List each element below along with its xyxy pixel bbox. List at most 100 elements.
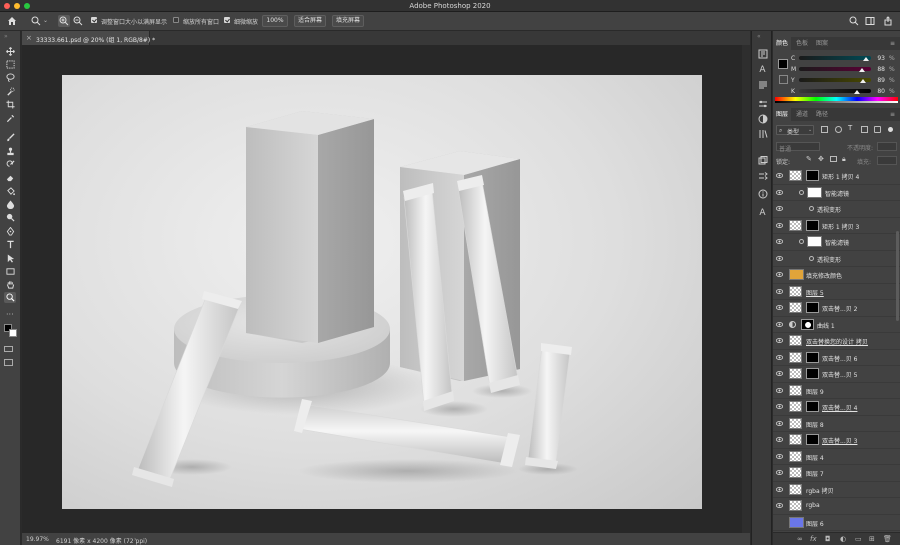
dodge-tool-icon[interactable] bbox=[4, 212, 16, 223]
zoom-all-windows-checkbox[interactable] bbox=[173, 17, 179, 23]
lock-position-icon[interactable]: ✥ bbox=[818, 155, 824, 163]
document-canvas[interactable] bbox=[62, 75, 702, 509]
link-layers-icon[interactable]: ∞ bbox=[797, 535, 803, 543]
magenta-thumb[interactable] bbox=[859, 68, 866, 72]
adjustments-panel-icon[interactable] bbox=[757, 113, 768, 124]
tab-paths[interactable]: 路径 bbox=[813, 108, 831, 121]
panel-menu-icon[interactable]: ≡ bbox=[890, 40, 895, 47]
layer-thumbnail[interactable] bbox=[789, 450, 802, 462]
filter-shape-icon[interactable] bbox=[861, 126, 868, 133]
magenta-slider[interactable]: M 88 % bbox=[791, 66, 896, 73]
eyedropper-tool-icon[interactable] bbox=[4, 113, 16, 124]
black-slider[interactable]: K 80 % bbox=[791, 88, 896, 95]
opacity-input[interactable] bbox=[877, 142, 897, 151]
screen-mode-icon[interactable] bbox=[4, 359, 13, 366]
layer-comps-icon[interactable] bbox=[757, 155, 768, 166]
layer-name[interactable]: 透视变形 bbox=[817, 205, 841, 214]
visibility-eye-icon[interactable] bbox=[775, 486, 784, 492]
tab-channels[interactable]: 通道 bbox=[793, 108, 811, 121]
black-bar[interactable] bbox=[799, 89, 871, 93]
libraries-panel-icon[interactable] bbox=[757, 128, 768, 139]
smart-filter-mask-thumbnail[interactable] bbox=[807, 186, 822, 198]
properties-panel-icon[interactable] bbox=[757, 98, 768, 109]
layer-name[interactable]: 矩形 1 拷贝 3 bbox=[822, 222, 859, 231]
layer-name[interactable]: 双击替...贝 3 bbox=[822, 436, 857, 445]
layer-name[interactable]: 智能滤镜 bbox=[825, 238, 849, 247]
zoom-out-icon[interactable] bbox=[72, 15, 84, 27]
magenta-value[interactable]: 88 bbox=[875, 66, 885, 73]
layer-row[interactable]: 填充修改颜色 bbox=[773, 267, 900, 284]
smart-filter-icon[interactable] bbox=[799, 189, 804, 195]
yellow-slider[interactable]: Y 89 % bbox=[791, 77, 896, 84]
layer-row[interactable]: 矩形 1 拷贝 4 bbox=[773, 168, 900, 185]
layer-name[interactable]: 填充修改颜色 bbox=[806, 271, 842, 280]
layer-row[interactable]: 透视变形 bbox=[773, 201, 900, 218]
layer-thumbnail[interactable] bbox=[789, 467, 802, 478]
scrubby-zoom-checkbox[interactable] bbox=[224, 17, 230, 23]
visibility-eye-icon[interactable] bbox=[775, 222, 784, 228]
layer-row[interactable]: 智能滤镜 bbox=[773, 234, 900, 251]
layers-scrollbar[interactable] bbox=[896, 231, 899, 321]
cyan-value[interactable]: 93 bbox=[875, 55, 885, 62]
paragraph-panel-icon[interactable] bbox=[757, 79, 768, 90]
visibility-eye-icon[interactable] bbox=[775, 206, 784, 211]
layer-name[interactable]: 图层 8 bbox=[806, 420, 824, 429]
move-tool-icon[interactable] bbox=[4, 46, 16, 57]
marquee-tool-icon[interactable] bbox=[4, 59, 16, 70]
zoom-tool-preset-icon[interactable] bbox=[30, 15, 42, 27]
visibility-eye-icon[interactable] bbox=[775, 420, 784, 426]
layer-thumbnail[interactable] bbox=[789, 417, 802, 429]
layer-name[interactable]: 双击替...贝 4 bbox=[822, 403, 857, 412]
cyan-bar[interactable] bbox=[799, 56, 871, 60]
visibility-eye-icon[interactable] bbox=[775, 437, 784, 442]
layer-thumbnail[interactable] bbox=[789, 434, 802, 445]
more-tools-icon[interactable]: ··· bbox=[6, 310, 14, 319]
layer-name[interactable]: 双击替...贝 6 bbox=[822, 354, 857, 363]
hand-tool-icon[interactable] bbox=[4, 279, 16, 290]
layer-row[interactable]: 双击替...贝 5 bbox=[773, 366, 900, 383]
new-adjustment-layer-icon[interactable]: ◐ bbox=[840, 535, 846, 543]
visibility-eye-icon[interactable] bbox=[775, 272, 784, 277]
layer-name[interactable]: 透视变形 bbox=[817, 255, 841, 264]
layer-row[interactable]: 图层 9 bbox=[773, 383, 900, 399]
new-layer-icon[interactable]: ⊞ bbox=[869, 535, 875, 543]
layer-name[interactable]: 图层 7 bbox=[806, 469, 824, 478]
visibility-eye-icon[interactable] bbox=[775, 173, 784, 178]
tab-color[interactable]: 颜色 bbox=[773, 37, 792, 50]
black-thumb[interactable] bbox=[853, 90, 860, 94]
add-mask-icon[interactable]: ◘ bbox=[825, 535, 831, 543]
cyan-thumb[interactable] bbox=[862, 57, 869, 61]
layer-row[interactable]: 图层 4 bbox=[773, 449, 900, 465]
pen-tool-icon[interactable] bbox=[4, 226, 16, 237]
foreground-swatch[interactable] bbox=[778, 59, 788, 69]
fill-screen-button[interactable]: 填充屏幕 bbox=[332, 15, 364, 27]
paint-bucket-tool-icon[interactable] bbox=[4, 186, 16, 197]
layer-row[interactable]: 双击替...贝 2 bbox=[773, 300, 900, 317]
tab-swatches[interactable]: 色板 bbox=[793, 37, 811, 50]
brushes-panel-icon[interactable] bbox=[757, 170, 768, 181]
layer-name[interactable]: 图层 4 bbox=[806, 453, 824, 462]
blur-tool-icon[interactable] bbox=[4, 199, 16, 210]
filter-smart-object-icon[interactable] bbox=[874, 126, 881, 133]
layer-thumbnail[interactable] bbox=[789, 351, 802, 363]
visibility-eye-icon[interactable] bbox=[775, 503, 784, 508]
smart-filter-icon[interactable] bbox=[799, 239, 804, 244]
visibility-eye-icon[interactable] bbox=[775, 305, 784, 310]
black-value[interactable]: 80 bbox=[875, 88, 885, 95]
home-icon[interactable] bbox=[6, 15, 18, 27]
eraser-tool-icon[interactable] bbox=[4, 172, 16, 183]
layer-thumbnail[interactable] bbox=[789, 368, 802, 379]
delete-layer-icon[interactable]: 🗑︎ bbox=[883, 535, 892, 543]
visibility-eye-icon[interactable] bbox=[775, 338, 784, 343]
layer-name[interactable]: 双击替...贝 2 bbox=[822, 304, 857, 313]
cyan-slider[interactable]: C 93 % bbox=[791, 55, 896, 62]
visibility-eye-icon[interactable] bbox=[775, 470, 784, 475]
character-panel-icon[interactable]: A bbox=[757, 64, 768, 75]
effect-visibility-icon[interactable] bbox=[809, 255, 814, 261]
visibility-eye-icon[interactable] bbox=[775, 255, 784, 261]
yellow-value[interactable]: 89 bbox=[875, 77, 885, 84]
layer-mask-thumbnail[interactable] bbox=[806, 434, 819, 445]
visibility-eye-icon[interactable] bbox=[775, 404, 784, 409]
layer-row[interactable]: 双击替换您的设计 拷贝 bbox=[773, 333, 900, 350]
layer-mask-thumbnail[interactable] bbox=[806, 368, 819, 379]
